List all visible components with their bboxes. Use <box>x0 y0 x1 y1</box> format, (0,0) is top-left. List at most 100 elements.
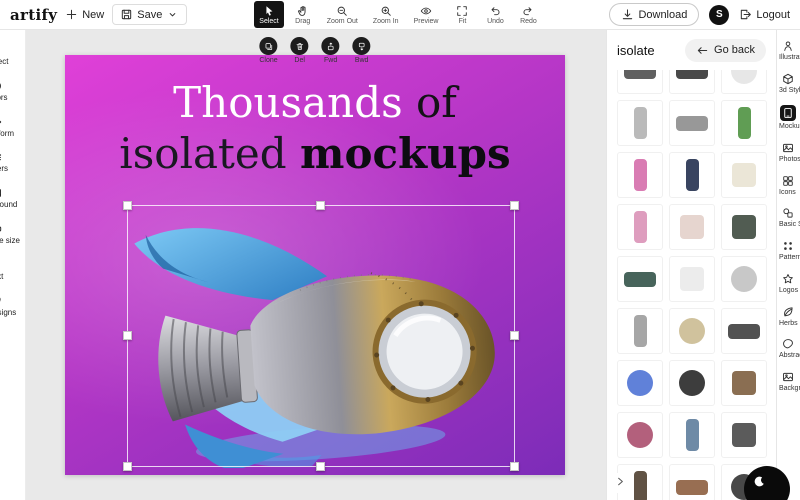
category-backgrounds[interactable]: Backgrounds <box>777 371 800 393</box>
chevron-down-icon <box>166 8 179 21</box>
sidebar-item-transform[interactable]: Transform <box>0 116 25 139</box>
device-icon <box>780 105 796 122</box>
library-item-dresser[interactable] <box>669 464 715 500</box>
library-item-rover[interactable] <box>721 412 767 458</box>
tool-select[interactable]: Select <box>254 1 284 28</box>
arrow-left-icon <box>696 44 709 57</box>
library-item-book[interactable] <box>669 152 715 198</box>
library-item-radio[interactable] <box>721 360 767 406</box>
canvas-heading[interactable]: Thousands of isolated mockups <box>65 77 565 179</box>
library-item-gas-mask[interactable] <box>669 412 715 458</box>
library-item-iron[interactable] <box>617 308 663 354</box>
library-item-wall-clock[interactable] <box>669 308 715 354</box>
object-tool-forward[interactable]: Fwd <box>321 37 340 64</box>
sidebar-item-project[interactable]: Project <box>0 44 25 67</box>
category-3d-styles[interactable]: 3d Styles <box>777 73 800 95</box>
library-item-mortar[interactable] <box>721 308 767 354</box>
tool-preview[interactable]: Preview <box>409 1 444 28</box>
category-photos[interactable]: Photos <box>777 142 800 164</box>
selection-handle[interactable] <box>316 462 325 471</box>
avatar[interactable]: S <box>709 4 730 25</box>
selection-handle[interactable] <box>510 331 519 340</box>
library-item-sofa[interactable] <box>617 256 663 302</box>
download-button[interactable]: Download <box>609 3 700 26</box>
category-label: Basic Shapes <box>779 221 800 229</box>
category-herbs[interactable]: Herbs <box>777 306 800 328</box>
radio-thumbnail <box>732 371 756 395</box>
object-tool-backward[interactable]: Bwd <box>352 37 371 64</box>
category-mockups[interactable]: Mockups <box>777 105 800 131</box>
person-icon <box>782 40 794 52</box>
top-toolbar: artify New Save Select Drag Zoom Out Zoom I… <box>0 0 800 30</box>
go-back-label: Go back <box>714 44 755 56</box>
library-item-commit-sign[interactable] <box>721 152 767 198</box>
floor-speaker-thumbnail <box>633 471 647 500</box>
category-abstract[interactable]: Abstract <box>777 338 800 360</box>
tool-drag[interactable]: Drag <box>289 1 317 28</box>
selection-handle[interactable] <box>123 462 132 471</box>
object-tool-clone[interactable]: Clone <box>259 37 278 64</box>
text-icon <box>0 259 2 271</box>
sidebar-item-layers[interactable]: Layers <box>0 151 25 174</box>
selection-handle[interactable] <box>510 462 519 471</box>
object-tool-delete[interactable]: Del <box>290 37 309 64</box>
library-item-headphones-black[interactable] <box>669 360 715 406</box>
logout-button[interactable]: Logout <box>739 8 790 21</box>
tool-zoom-in[interactable]: Zoom In <box>368 1 404 28</box>
sidebar-item-printable-size[interactable]: Printable size <box>0 223 25 246</box>
artboard[interactable]: Thousands of isolated mockups <box>65 55 565 475</box>
heading-mockups: mockups <box>300 129 511 179</box>
zoom-in-icon <box>380 5 392 17</box>
category-illustrations[interactable]: Illustrations <box>777 40 800 62</box>
go-back-button[interactable]: Go back <box>685 38 766 62</box>
tool-label: Zoom Out <box>326 17 358 25</box>
crescent-icon <box>753 475 766 491</box>
image-icon <box>0 187 2 199</box>
tool-redo[interactable]: Redo <box>514 1 542 28</box>
tool-fit[interactable]: Fit <box>448 1 476 28</box>
tool-zoom-out[interactable]: Zoom Out <box>322 1 363 28</box>
library-item-headphones-blue[interactable] <box>617 360 663 406</box>
sidebar-item-my-designs[interactable]: My designs <box>0 295 25 318</box>
library-item-armchair[interactable] <box>669 204 715 250</box>
library-item-clothes-iron[interactable] <box>617 204 663 250</box>
category-patterns[interactable]: Patterns <box>777 240 800 262</box>
library-item-pocket-watch[interactable] <box>721 256 767 302</box>
sidebar-item-label: Background <box>0 200 18 210</box>
collapse-panel-button[interactable] <box>612 473 629 493</box>
library-item-fabric[interactable] <box>669 256 715 302</box>
high-heel-thumbnail <box>633 159 647 191</box>
rocket-image[interactable] <box>123 203 513 472</box>
sidebar-item-text[interactable]: Text <box>0 259 25 282</box>
tool-undo[interactable]: Undo <box>481 1 509 28</box>
sofa-thumbnail <box>624 271 656 287</box>
wall-clock-thumbnail <box>679 318 705 344</box>
sidebar-item-colors[interactable]: Colors <box>0 80 25 103</box>
selection-handle[interactable] <box>123 331 132 340</box>
library-item-photo-camera[interactable] <box>669 100 715 146</box>
selection-handle[interactable] <box>123 201 132 210</box>
category-basic-shapes[interactable]: Basic Shapes <box>777 207 800 229</box>
copy-icon <box>259 37 278 55</box>
sidebar-item-label: Printable size <box>0 235 21 245</box>
leaf-icon <box>782 306 794 318</box>
library-item-high-heel[interactable] <box>617 152 663 198</box>
ruler-icon <box>0 223 2 235</box>
library-item-microphone[interactable] <box>617 100 663 146</box>
category-logos[interactable]: Logos <box>777 273 800 295</box>
download-button-label: Download <box>638 8 688 21</box>
cursor-icon <box>263 5 275 17</box>
library-item-cactus[interactable] <box>721 100 767 146</box>
new-button[interactable]: New <box>65 8 104 21</box>
search-input[interactable] <box>617 42 683 58</box>
category-icons[interactable]: Icons <box>777 175 800 197</box>
heading-line-2: isolated mockups <box>65 128 565 179</box>
library-item-balloon[interactable] <box>617 412 663 458</box>
tool-label: Undo <box>487 17 504 25</box>
library-item-vintage-camera[interactable] <box>721 204 767 250</box>
save-button[interactable]: Save <box>112 4 188 25</box>
selection-handle[interactable] <box>316 201 325 210</box>
sidebar-item-background[interactable]: Background <box>0 187 25 210</box>
selection-handle[interactable] <box>510 201 519 210</box>
library-grid <box>617 48 767 500</box>
